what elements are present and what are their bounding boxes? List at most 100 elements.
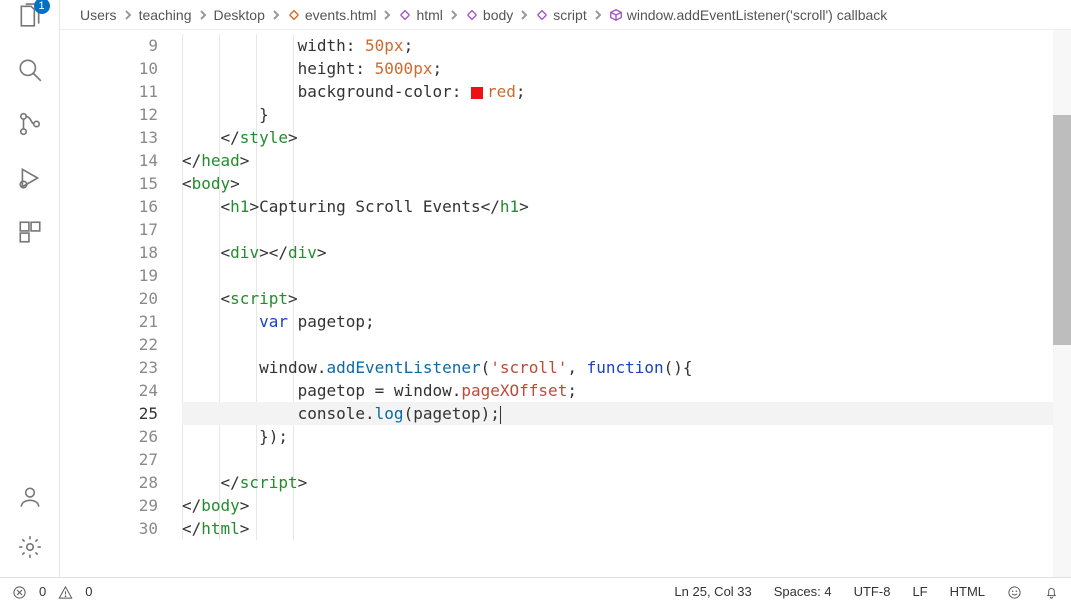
status-bar: 0 0 Ln 25, Col 33 Spaces: 4 UTF-8 LF HTM… xyxy=(0,577,1071,605)
activity-bar: 1 xyxy=(0,0,60,577)
code-line[interactable]: <h1>Capturing Scroll Events</h1> xyxy=(182,195,1071,218)
run-debug-icon[interactable] xyxy=(16,164,44,192)
language-mode[interactable]: HTML xyxy=(950,584,985,599)
line-number: 17 xyxy=(60,218,158,241)
line-number: 12 xyxy=(60,103,158,126)
warnings-icon[interactable] xyxy=(58,583,73,599)
code-line[interactable]: <body> xyxy=(182,172,1071,195)
extensions-icon[interactable] xyxy=(16,218,44,246)
line-number-gutter: 9101112131415161718192021222324252627282… xyxy=(60,30,182,577)
code-line[interactable]: </script> xyxy=(182,471,1071,494)
code-line[interactable]: } xyxy=(182,103,1071,126)
line-number: 15 xyxy=(60,172,158,195)
code-line[interactable]: console.log(pagetop); xyxy=(182,402,1071,425)
minimap-scrollbar[interactable] xyxy=(1053,30,1071,577)
line-number: 22 xyxy=(60,333,158,356)
code-editor[interactable]: 9101112131415161718192021222324252627282… xyxy=(60,30,1071,577)
breadcrumb-item[interactable]: window.addEventListener('scroll') callba… xyxy=(609,7,888,23)
line-number: 9 xyxy=(60,34,158,57)
editor-column: Users teaching Desktop events.html html body s… xyxy=(60,0,1071,577)
search-icon[interactable] xyxy=(16,56,44,84)
line-number: 18 xyxy=(60,241,158,264)
line-number: 10 xyxy=(60,57,158,80)
code-line[interactable]: height: 5000px; xyxy=(182,57,1071,80)
line-number: 25 xyxy=(60,402,158,425)
breadcrumb-label: html xyxy=(416,7,442,23)
chevron-right-icon xyxy=(198,7,208,23)
chevron-right-icon xyxy=(449,7,459,23)
chevron-right-icon xyxy=(519,7,529,23)
line-number: 21 xyxy=(60,310,158,333)
account-icon[interactable] xyxy=(16,483,44,511)
breadcrumb-item[interactable]: teaching xyxy=(139,7,192,23)
code-line[interactable]: <div></div> xyxy=(182,241,1071,264)
line-number: 27 xyxy=(60,448,158,471)
breadcrumb-label: events.html xyxy=(305,7,377,23)
line-number: 11 xyxy=(60,80,158,103)
breadcrumb-label: body xyxy=(483,7,513,23)
file-icon xyxy=(287,8,301,22)
indentation[interactable]: Spaces: 4 xyxy=(774,584,832,599)
errors-icon[interactable] xyxy=(12,583,27,599)
settings-gear-icon[interactable] xyxy=(16,533,44,561)
breadcrumb-label: Users xyxy=(80,7,117,23)
breadcrumb-label: script xyxy=(553,7,586,23)
explorer-badge: 1 xyxy=(34,0,50,14)
method-icon xyxy=(609,8,623,22)
code-line[interactable]: background-color: red; xyxy=(182,80,1071,103)
breadcrumb-item[interactable]: script xyxy=(535,7,586,23)
feedback-icon[interactable] xyxy=(1007,583,1022,599)
explorer-icon[interactable]: 1 xyxy=(16,2,44,30)
code-line[interactable]: window.addEventListener('scroll', functi… xyxy=(182,356,1071,379)
chevron-right-icon xyxy=(382,7,392,23)
line-number: 19 xyxy=(60,264,158,287)
breadcrumb-item[interactable]: body xyxy=(465,7,513,23)
breadcrumb-label: Desktop xyxy=(214,7,265,23)
chevron-right-icon xyxy=(593,7,603,23)
code-line[interactable]: width: 50px; xyxy=(182,34,1071,57)
line-number: 28 xyxy=(60,471,158,494)
code-line[interactable] xyxy=(182,333,1071,356)
line-number: 14 xyxy=(60,149,158,172)
code-line[interactable]: var pagetop; xyxy=(182,310,1071,333)
text-cursor xyxy=(500,406,502,424)
breadcrumb-item[interactable]: Desktop xyxy=(214,7,265,23)
symbol-icon xyxy=(465,8,479,22)
line-number: 16 xyxy=(60,195,158,218)
cursor-position[interactable]: Ln 25, Col 33 xyxy=(674,584,751,599)
code-line[interactable]: </body> xyxy=(182,494,1071,517)
color-swatch[interactable] xyxy=(471,87,483,99)
symbol-icon xyxy=(535,8,549,22)
code-line[interactable]: }); xyxy=(182,425,1071,448)
line-number: 20 xyxy=(60,287,158,310)
breadcrumb-item[interactable]: events.html xyxy=(287,7,377,23)
notifications-bell-icon[interactable] xyxy=(1044,583,1059,599)
chevron-right-icon xyxy=(271,7,281,23)
warnings-count[interactable]: 0 xyxy=(85,584,92,599)
code-line[interactable]: </head> xyxy=(182,149,1071,172)
breadcrumb[interactable]: Users teaching Desktop events.html html body s… xyxy=(60,0,1071,30)
breadcrumb-item[interactable]: Users xyxy=(80,7,117,23)
breadcrumb-label: teaching xyxy=(139,7,192,23)
code-line[interactable] xyxy=(182,218,1071,241)
code-line[interactable] xyxy=(182,264,1071,287)
code-line[interactable]: <script> xyxy=(182,287,1071,310)
source-control-icon[interactable] xyxy=(16,110,44,138)
code-line[interactable]: pagetop = window.pageXOffset; xyxy=(182,379,1071,402)
code-content[interactable]: width: 50px; height: 5000px; background-… xyxy=(182,30,1071,540)
code-line[interactable] xyxy=(182,448,1071,471)
line-number: 23 xyxy=(60,356,158,379)
minimap-thumb[interactable] xyxy=(1053,115,1071,345)
errors-count[interactable]: 0 xyxy=(39,584,46,599)
code-line[interactable]: </style> xyxy=(182,126,1071,149)
vscode-window: 1 xyxy=(0,0,1071,605)
code-line[interactable]: </html> xyxy=(182,517,1071,540)
line-number: 24 xyxy=(60,379,158,402)
line-number: 26 xyxy=(60,425,158,448)
encoding[interactable]: UTF-8 xyxy=(854,584,891,599)
line-number: 13 xyxy=(60,126,158,149)
symbol-icon xyxy=(398,8,412,22)
eol[interactable]: LF xyxy=(912,584,927,599)
line-number: 29 xyxy=(60,494,158,517)
breadcrumb-item[interactable]: html xyxy=(398,7,442,23)
